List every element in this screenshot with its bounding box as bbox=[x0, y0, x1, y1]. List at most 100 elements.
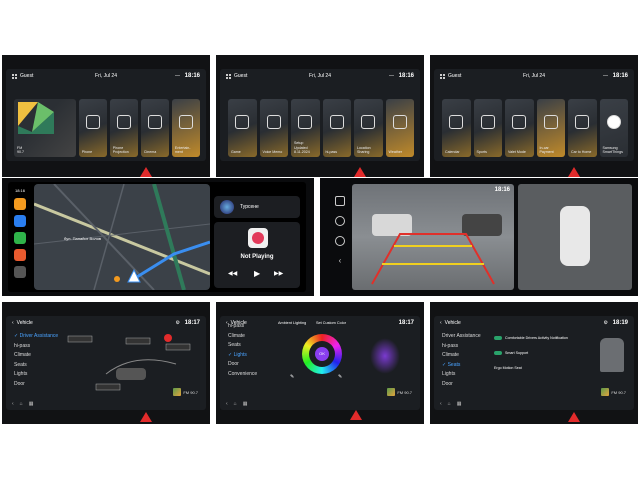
toggle-on-icon[interactable] bbox=[494, 336, 502, 341]
status-bar: Guest Fri, Jul 24 — 18:16 bbox=[434, 69, 634, 83]
tile-sports[interactable]: Sports bbox=[473, 99, 502, 157]
street-label: бул. Панайот Волов bbox=[64, 236, 102, 241]
tile-smartthings[interactable]: Samsung SmartThings bbox=[599, 99, 628, 157]
tile-weather[interactable]: Weather bbox=[385, 99, 414, 157]
back-icon[interactable]: ‹ bbox=[226, 401, 228, 407]
phone-app-icon[interactable] bbox=[14, 232, 26, 244]
tile-voice-memo[interactable]: Voice Memo bbox=[259, 99, 288, 157]
menu-door[interactable]: Door bbox=[228, 360, 257, 370]
cinema-icon bbox=[147, 115, 162, 130]
menu-seats[interactable]: Seats bbox=[14, 361, 58, 371]
home-icon[interactable]: ⌂ bbox=[234, 401, 237, 407]
vehicle-menu: Driver Assistance hi-pass Climate ✓ Seat… bbox=[442, 332, 481, 389]
now-playing-card[interactable]: Not Playing ◀◀ ▶ ▶▶ bbox=[214, 222, 300, 288]
maps-app-icon[interactable] bbox=[14, 198, 26, 210]
apps-icon[interactable]: ▦ bbox=[457, 401, 462, 407]
menu-climate[interactable]: Climate bbox=[14, 351, 58, 361]
ok-button[interactable]: OK bbox=[315, 347, 329, 361]
settings-icon[interactable]: ⚙ bbox=[604, 320, 608, 326]
brightness-down-icon[interactable]: ✎ bbox=[290, 374, 294, 380]
map-view[interactable]: бул. Панайот Волов bbox=[34, 184, 210, 290]
vehicle-lights-screen: ‹ Vehicle Ambient Lighting Set Custom Co… bbox=[216, 302, 424, 424]
menu-climate[interactable]: Climate bbox=[228, 332, 257, 342]
seat-icon bbox=[600, 338, 624, 372]
custom-color-tab[interactable]: Set Custom Color bbox=[316, 321, 346, 325]
menu-seats[interactable]: Seats bbox=[228, 341, 257, 351]
play-icon[interactable]: ▶ bbox=[254, 269, 260, 278]
current-location-icon bbox=[114, 276, 120, 282]
tile-hipass[interactable]: hi-pass bbox=[322, 99, 351, 157]
smartthings-icon bbox=[606, 115, 621, 130]
vehicle-seats-screen: ‹ Vehicle ⚙ 18:19 Driver Assistance hi-p… bbox=[430, 302, 638, 424]
radio-badge[interactable]: FM 90.7 bbox=[387, 388, 412, 396]
radio-badge[interactable]: FM 90.7 bbox=[601, 388, 626, 396]
tile-calendar[interactable]: Calendar bbox=[442, 99, 471, 157]
option-comfort-notification[interactable]: Comfortable Drivers Activity Notificatio… bbox=[494, 336, 590, 341]
tile-phone[interactable]: Phone bbox=[78, 99, 107, 157]
menu-lights[interactable]: Lights bbox=[442, 370, 481, 380]
menu-hipass[interactable]: hi-pass bbox=[442, 342, 481, 352]
tile-valet-mode[interactable]: Valet Mode bbox=[505, 99, 534, 157]
tile-location-sharing[interactable]: Location Sharing bbox=[354, 99, 383, 157]
menu-driver-assistance[interactable]: Driver Assistance bbox=[442, 332, 481, 342]
tile-car-to-home[interactable]: Car to Home bbox=[568, 99, 597, 157]
menu-hipass[interactable]: hi-pass bbox=[228, 322, 257, 332]
rewind-icon[interactable]: ◀◀ bbox=[228, 270, 237, 277]
menu-climate[interactable]: Climate bbox=[442, 351, 481, 361]
hazard-icon bbox=[354, 167, 366, 177]
camera-view-icon[interactable] bbox=[335, 196, 345, 206]
app-grid-icon[interactable] bbox=[14, 266, 26, 278]
menu-hipass[interactable]: hi-pass bbox=[14, 342, 58, 352]
settings-icon[interactable]: ⚙ bbox=[176, 320, 180, 326]
home-icon[interactable]: ⌂ bbox=[20, 401, 23, 407]
player-status: Not Playing bbox=[240, 254, 274, 260]
menu-lights[interactable]: ✓ Lights bbox=[228, 351, 257, 361]
tile-in-car-payment[interactable]: In-car Payment bbox=[536, 99, 565, 157]
tile-entertainment[interactable]: Entertain- ment bbox=[171, 99, 200, 157]
car-top-view-icon bbox=[560, 206, 590, 266]
back-icon[interactable]: ‹ bbox=[339, 256, 342, 265]
calendar-icon bbox=[449, 115, 464, 130]
option-ergo-motion[interactable]: Ergo Motion Seat bbox=[494, 366, 590, 371]
tile-setup[interactable]: Setup Updated 8.11.2024 bbox=[291, 99, 320, 157]
menu-driver-assistance[interactable]: ✓ Driver Assistance bbox=[14, 332, 58, 342]
toggle-on-icon[interactable] bbox=[494, 351, 502, 356]
app-widget[interactable]: Турсене bbox=[214, 196, 300, 218]
brightness-up-icon[interactable]: ✎ bbox=[338, 374, 342, 380]
apps-icon[interactable] bbox=[440, 73, 445, 79]
home-icon[interactable]: ⌂ bbox=[448, 401, 451, 407]
tile-radio[interactable]: FM 90.7 bbox=[14, 99, 76, 157]
apps-icon[interactable] bbox=[226, 73, 231, 79]
menu-seats[interactable]: ✓ Seats bbox=[442, 361, 481, 371]
tile-game[interactable]: Game bbox=[228, 99, 257, 157]
radio-badge[interactable]: FM 90.7 bbox=[173, 388, 198, 396]
camera-settings-icon[interactable] bbox=[335, 236, 345, 246]
back-button[interactable]: ‹ Vehicle bbox=[12, 320, 33, 326]
apps-icon[interactable]: ▦ bbox=[243, 401, 248, 407]
tile-cinema[interactable]: Cinema bbox=[140, 99, 169, 157]
menu-door[interactable]: Door bbox=[14, 380, 58, 390]
back-icon[interactable]: ‹ bbox=[12, 401, 14, 407]
menu-convenience[interactable]: Convenience bbox=[228, 370, 257, 380]
apps-icon[interactable]: ▦ bbox=[29, 401, 34, 407]
back-button[interactable]: ‹ Vehicle bbox=[440, 320, 461, 326]
hazard-icon bbox=[140, 167, 152, 177]
status-bar: Guest Fri, Jul 24 — 18:16 bbox=[220, 69, 420, 83]
parking-sensor-icon[interactable] bbox=[335, 216, 345, 226]
forward-icon[interactable]: ▶▶ bbox=[274, 270, 283, 277]
vehicle-driver-assistance-screen: ‹ Vehicle ⚙ 18:17 ✓ Driver Assistance hi… bbox=[2, 302, 210, 424]
hazard-icon bbox=[350, 410, 362, 420]
music-app-icon[interactable] bbox=[14, 215, 26, 227]
valet-icon bbox=[512, 115, 527, 130]
tile-phone-projection[interactable]: Phone Projection bbox=[109, 99, 138, 157]
menu-lights[interactable]: Lights bbox=[14, 370, 58, 380]
apps-icon[interactable] bbox=[12, 73, 17, 79]
option-smart-support[interactable]: Smart Support bbox=[494, 351, 590, 356]
color-wheel[interactable]: OK bbox=[302, 334, 342, 374]
location-icon bbox=[361, 115, 376, 130]
menu-door[interactable]: Door bbox=[442, 380, 481, 390]
camera-time: 18:16 bbox=[494, 187, 510, 193]
lighting-tab[interactable]: Ambient Lighting bbox=[278, 321, 306, 325]
back-icon[interactable]: ‹ bbox=[440, 401, 442, 407]
messages-app-icon[interactable] bbox=[14, 249, 26, 261]
